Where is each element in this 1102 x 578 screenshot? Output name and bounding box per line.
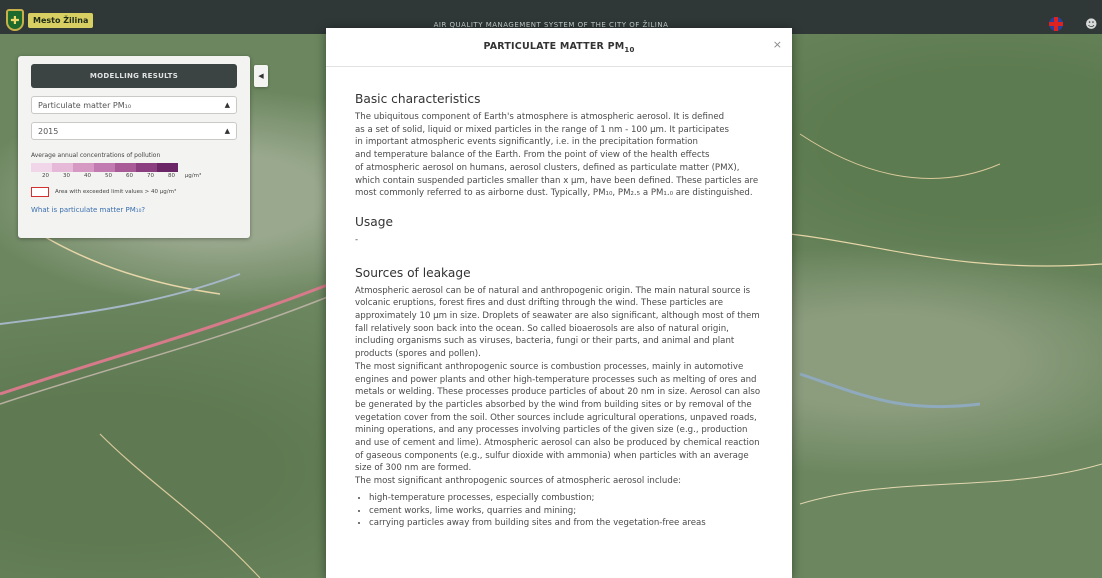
text-line: products (spores and pollen). xyxy=(355,349,481,360)
text-line: vegetation cover from the soil. Other so… xyxy=(355,412,757,423)
close-icon[interactable]: × xyxy=(773,38,782,51)
select-arrows-icon: ▲︎ xyxy=(224,101,230,109)
legend-tick: 60 xyxy=(126,173,133,179)
legend-swatch xyxy=(94,163,115,172)
pollutant-value: Particulate matter PM₁₀ xyxy=(38,100,132,110)
legend-swatch xyxy=(73,163,94,172)
text-line: which contain suspended particles smalle… xyxy=(355,175,759,186)
text-line: The most significant anthropogenic sourc… xyxy=(355,476,682,487)
modal-body: Basic characteristics The ubiquitous com… xyxy=(326,67,792,530)
list-item: carrying particles away from building si… xyxy=(369,517,768,530)
text-line: The ubiquitous component of Earth's atmo… xyxy=(355,112,725,122)
text-line: metals or welding. These processes produ… xyxy=(355,387,761,398)
legend-tick: 20 xyxy=(42,173,49,179)
what-is-pm10-link[interactable]: What is particulate matter PM₁₀? xyxy=(31,206,250,214)
text-line: of gaseous components (e.g., sulfur diox… xyxy=(355,450,749,461)
year-select[interactable]: 2015 ▲︎ xyxy=(31,122,237,140)
text-line: volcanic eruptions, forest fires and dus… xyxy=(355,298,724,309)
modal-header: PARTICULATE MATTER PM10 × xyxy=(326,28,792,67)
sources-heading: Sources of leakage xyxy=(355,265,471,280)
usage-heading: Usage xyxy=(355,214,393,229)
modal-title: PARTICULATE MATTER PM10 xyxy=(483,40,635,54)
year-value: 2015 xyxy=(38,126,59,136)
basic-section: Basic characteristics The ubiquitous com… xyxy=(355,91,768,200)
chevron-left-icon: ◀ xyxy=(258,72,264,80)
text-line: in important atmospheric events signific… xyxy=(355,137,698,148)
sources-list: high-temperature processes, especially c… xyxy=(355,492,768,530)
basic-heading: Basic characteristics xyxy=(355,92,481,106)
text-line: as a set of solid, liquid or mixed parti… xyxy=(355,124,729,135)
info-modal: PARTICULATE MATTER PM10 × Basic characte… xyxy=(326,28,792,578)
list-item: cement works, lime works, quarries and m… xyxy=(369,505,768,518)
text-line: of atmospheric aerosol on humans, aeroso… xyxy=(355,162,740,173)
text-line: and use of cement and lime). Atmospheric… xyxy=(355,438,760,449)
text-line: fall relatively soon back into the ocean… xyxy=(355,323,729,334)
exceed-label: Area with exceeded limit values > 40 µg/… xyxy=(55,189,177,195)
usage-section: Usage - xyxy=(355,214,768,247)
legend-swatch xyxy=(136,163,157,172)
exceed-swatch xyxy=(31,187,49,197)
language-flag-icon[interactable] xyxy=(1049,17,1063,31)
text-line: be generated by the particles absorbed b… xyxy=(355,399,752,410)
text-line: including organisms such as viruses, bac… xyxy=(355,336,735,347)
legend-tick: 30 xyxy=(63,173,70,179)
legend-swatch xyxy=(157,163,178,172)
legend-tick: µg/m³ xyxy=(184,173,202,179)
legend-ticks: 20 30 40 50 60 70 80 µg/m³ xyxy=(31,173,250,179)
usage-text: - xyxy=(355,234,359,245)
panel-header: MODELLING RESULTS xyxy=(31,64,237,88)
modelling-panel: MODELLING RESULTS Particulate matter PM₁… xyxy=(18,56,250,238)
legend-gradient xyxy=(31,163,250,172)
collapse-panel-button[interactable]: ◀ xyxy=(254,65,268,87)
list-item: high-temperature processes, especially c… xyxy=(369,492,768,505)
text-line: mining operations, and any processes inv… xyxy=(355,425,748,436)
legend-swatch xyxy=(31,163,52,172)
text-line: The most significant anthropogenic sourc… xyxy=(355,361,744,372)
legend-tick: 70 xyxy=(147,173,154,179)
user-icon[interactable]: ☻ xyxy=(1085,17,1098,31)
select-arrows-icon: ▲︎ xyxy=(224,127,230,135)
sources-text: Atmospheric aerosol can be of natural an… xyxy=(355,285,768,488)
text-line: most commonly referred to as airborne du… xyxy=(355,188,753,199)
text-line: size of 300 nm are formed. xyxy=(355,463,472,474)
legend-tick: 40 xyxy=(84,173,91,179)
sources-section: Sources of leakage Atmospheric aerosol c… xyxy=(355,265,768,530)
text-line: engines and power plants and other high-… xyxy=(355,374,757,385)
legend-title: Average annual concentrations of polluti… xyxy=(31,152,161,159)
basic-text: The ubiquitous component of Earth's atmo… xyxy=(355,111,768,200)
legend-tick: 80 xyxy=(168,173,175,179)
legend-swatch xyxy=(52,163,73,172)
legend-swatch xyxy=(115,163,136,172)
legend-tick: 50 xyxy=(105,173,112,179)
text-line: approximately 10 µm in size. Droplets of… xyxy=(355,311,760,322)
text-line: and temperature balance of the Earth. Fr… xyxy=(355,150,710,161)
text-line: Atmospheric aerosol can be of natural an… xyxy=(355,285,751,296)
pollutant-select[interactable]: Particulate matter PM₁₀ ▲︎ xyxy=(31,96,237,114)
exceed-legend: Area with exceeded limit values > 40 µg/… xyxy=(31,187,250,197)
